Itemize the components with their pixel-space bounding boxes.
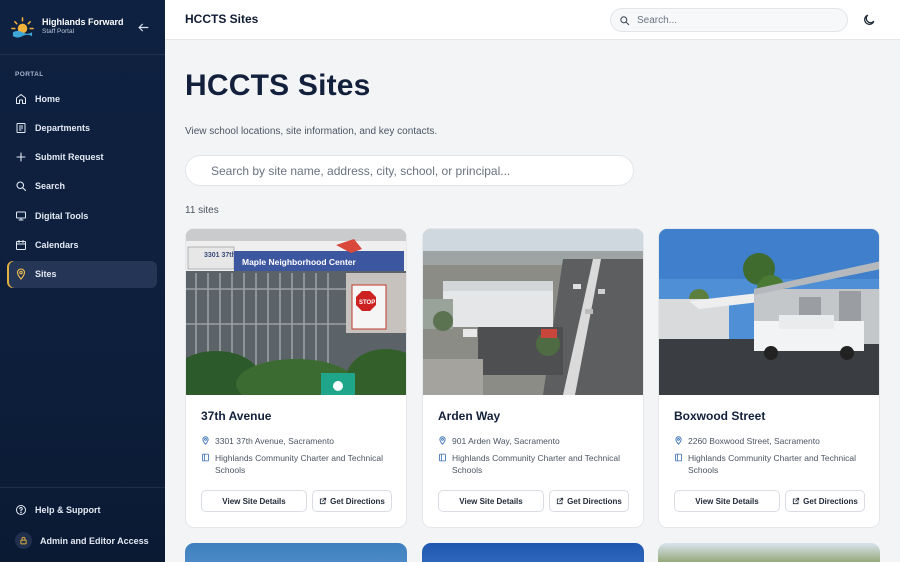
site-name: Arden Way	[438, 409, 501, 423]
plus-icon	[16, 152, 26, 162]
get-directions-label: Get Directions	[803, 496, 858, 506]
external-link-icon	[557, 497, 564, 505]
view-site-details-button[interactable]: View Site Details	[674, 490, 780, 512]
site-photo	[659, 229, 879, 395]
site-address-text: 3301 37th Avenue, Sacramento	[215, 436, 334, 446]
site-school-text: Highlands Community Charter and Technica…	[688, 453, 857, 475]
sidebar-item-label: Home	[35, 93, 61, 104]
get-directions-button[interactable]: Get Directions	[312, 490, 392, 512]
arrow-left-icon[interactable]	[137, 21, 150, 34]
sidebar-item-calendars[interactable]: Calendars	[7, 231, 157, 258]
help-label: Help & Support	[35, 505, 101, 515]
global-search[interactable]	[610, 8, 848, 32]
main-content: HCCTS Sites View school locations, site …	[165, 40, 900, 562]
site-count: 11 sites	[185, 205, 219, 216]
site-name: 37th Avenue	[201, 409, 272, 423]
site-photo	[423, 229, 643, 395]
top-bar: HCCTS Sites	[165, 0, 900, 40]
sidebar-item-label: Calendars	[35, 239, 79, 250]
stop-sign-text: STOP	[359, 300, 375, 306]
moon-icon[interactable]	[862, 13, 876, 27]
sidebar-footer: Help & Support Admin and Editor Access	[0, 487, 165, 549]
map-pin-icon	[16, 268, 26, 281]
map-pin-icon	[439, 436, 446, 445]
get-directions-button[interactable]: Get Directions	[549, 490, 629, 512]
sidebar: Highlands Forward Staff Portal PORTAL Ho…	[0, 0, 165, 562]
external-link-icon	[793, 497, 800, 505]
book-icon	[675, 453, 682, 462]
site-card-partial	[185, 543, 407, 562]
sidebar-item-sites[interactable]: Sites	[7, 260, 157, 288]
site-address-text: 2260 Boxwood Street, Sacramento	[688, 436, 820, 446]
admin-access-link[interactable]: Admin and Editor Access	[15, 532, 149, 549]
get-directions-label: Get Directions	[330, 496, 385, 506]
admin-label: Admin and Editor Access	[40, 535, 149, 546]
sidebar-item-label: Digital Tools	[35, 210, 89, 221]
site-school-text: Highlands Community Charter and Technica…	[452, 453, 621, 475]
sidebar-item-label: Submit Request	[35, 152, 104, 163]
building-icon	[16, 122, 26, 133]
home-icon	[16, 93, 26, 104]
site-card: 3301 37th Avenue Maple Neighborhood Cent…	[185, 228, 407, 528]
get-directions-label: Get Directions	[567, 496, 622, 506]
site-card-partial	[658, 543, 880, 562]
site-photo: 3301 37th Avenue Maple Neighborhood Cent…	[186, 229, 406, 395]
site-school-text: Highlands Community Charter and Technica…	[215, 453, 384, 475]
sidebar-nav: Home Departments Submit Request Search D…	[7, 85, 157, 290]
search-icon	[620, 15, 630, 25]
site-card: Arden Way 901 Arden Way, Sacramento High…	[422, 228, 644, 528]
global-search-input[interactable]	[637, 14, 827, 26]
sidebar-item-submit-request[interactable]: Submit Request	[7, 144, 157, 171]
site-card-partial	[422, 543, 644, 562]
help-circle-icon	[16, 505, 26, 515]
site-address: 2260 Boxwood Street, Sacramento	[674, 435, 874, 447]
map-pin-icon	[202, 436, 209, 445]
sign-center-name: Maple Neighborhood Center	[242, 257, 357, 267]
brand-subtitle: Staff Portal	[42, 28, 75, 36]
site-address-text: 901 Arden Way, Sacramento	[452, 436, 560, 446]
book-icon	[439, 453, 446, 462]
site-card: Boxwood Street 2260 Boxwood Street, Sacr…	[658, 228, 880, 528]
get-directions-button[interactable]: Get Directions	[785, 490, 865, 512]
site-address: 3301 37th Avenue, Sacramento	[201, 435, 401, 447]
view-site-details-button[interactable]: View Site Details	[438, 490, 544, 512]
lock-icon	[15, 532, 32, 549]
site-name: Boxwood Street	[674, 409, 766, 423]
page-title: HCCTS Sites	[185, 69, 371, 102]
nav-section-label: PORTAL	[15, 71, 44, 78]
site-school: Highlands Community Charter and Technica…	[674, 452, 874, 476]
monitor-icon	[16, 211, 26, 221]
sunrise-logo-icon	[11, 16, 34, 38]
site-search-input[interactable]	[185, 155, 634, 186]
book-icon	[202, 453, 209, 462]
sidebar-item-digital-tools[interactable]: Digital Tools	[7, 202, 157, 229]
sidebar-item-label: Departments	[35, 122, 91, 133]
sidebar-item-departments[interactable]: Departments	[7, 114, 157, 141]
external-link-icon	[320, 497, 327, 505]
top-bar-title: HCCTS Sites	[185, 12, 259, 26]
sidebar-item-label: Sites	[35, 269, 57, 280]
page-subtitle: View school locations, site information,…	[185, 126, 438, 137]
site-school: Highlands Community Charter and Technica…	[201, 452, 401, 476]
map-pin-icon	[675, 436, 682, 445]
sidebar-item-search[interactable]: Search	[7, 173, 157, 200]
search-icon	[16, 181, 27, 192]
brand-title: Highlands Forward	[42, 17, 124, 28]
site-school: Highlands Community Charter and Technica…	[438, 452, 638, 476]
sidebar-item-home[interactable]: Home	[7, 85, 157, 112]
calendar-icon	[16, 239, 26, 250]
view-site-details-button[interactable]: View Site Details	[201, 490, 307, 512]
help-support-link[interactable]: Help & Support	[15, 504, 101, 516]
site-address: 901 Arden Way, Sacramento	[438, 435, 638, 447]
sidebar-item-label: Search	[35, 181, 66, 192]
